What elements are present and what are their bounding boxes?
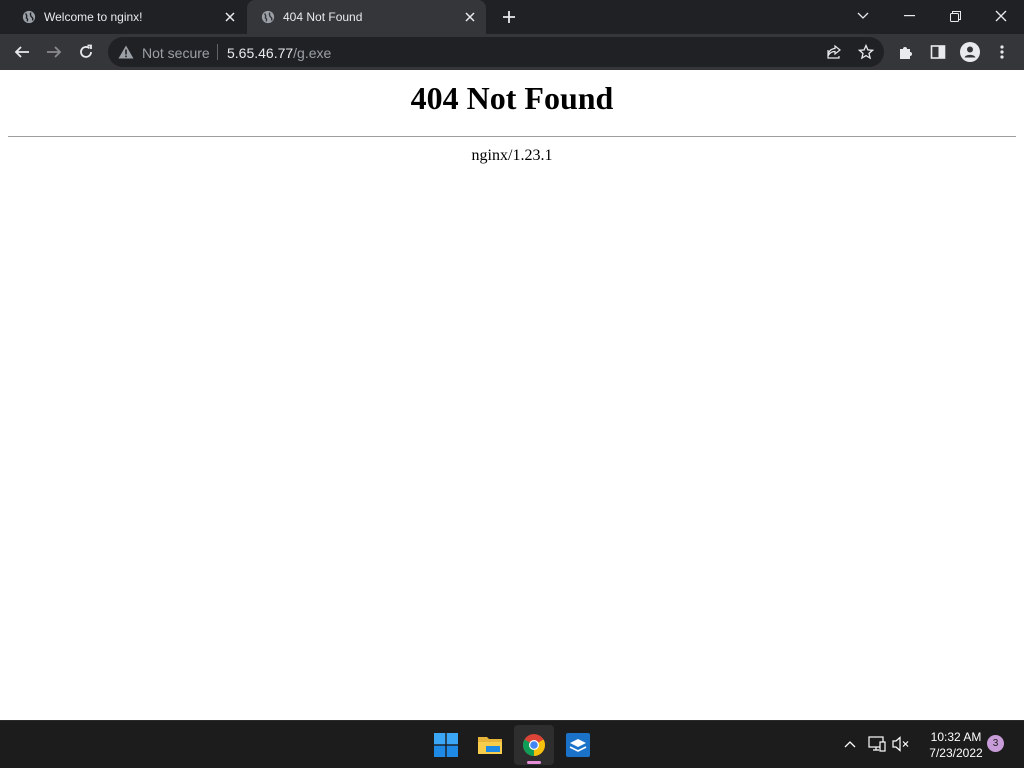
close-icon — [225, 12, 235, 22]
app-icon — [566, 733, 590, 757]
tab-404-not-found[interactable]: 404 Not Found — [247, 0, 486, 34]
notification-badge[interactable]: 3 — [987, 735, 1004, 752]
volume-button[interactable] — [890, 733, 912, 755]
page-content: 404 Not Found nginx/1.23.1 — [0, 70, 1024, 720]
globe-icon — [261, 10, 275, 24]
start-icon — [434, 733, 458, 757]
tab-strip: Welcome to nginx! 404 Not Found — [0, 0, 1024, 34]
forward-button[interactable] — [40, 38, 68, 66]
more-vertical-icon — [1000, 45, 1004, 59]
restore-button[interactable] — [932, 0, 978, 32]
clock-date: 7/23/2022 — [929, 746, 983, 760]
chevron-up-icon — [844, 741, 856, 748]
show-hidden-icons-button[interactable] — [839, 733, 861, 755]
file-explorer-button[interactable] — [470, 725, 510, 765]
close-tab-button[interactable] — [220, 7, 240, 27]
avatar-icon — [960, 42, 980, 62]
divider — [8, 136, 1016, 137]
address-bar[interactable]: Not secure 5.65.46.77/g.exe — [108, 37, 884, 67]
back-button[interactable] — [8, 38, 36, 66]
clock-time: 10:32 AM — [930, 730, 982, 744]
close-tab-button[interactable] — [460, 7, 480, 27]
browser-toolbar: Not secure 5.65.46.77/g.exe — [0, 34, 1024, 70]
security-label[interactable]: Not secure — [142, 45, 210, 61]
puzzle-icon — [900, 47, 912, 59]
minimize-button[interactable] — [886, 0, 932, 32]
chevron-down-icon — [857, 12, 869, 19]
running-indicator — [527, 761, 541, 764]
minimize-icon — [903, 15, 915, 17]
reload-button[interactable] — [72, 38, 100, 66]
divider — [217, 44, 218, 60]
network-button[interactable] — [866, 733, 888, 755]
arrow-right-icon — [47, 46, 62, 58]
globe-icon — [22, 10, 36, 24]
close-icon — [465, 12, 475, 22]
clock[interactable]: 10:32 AM 7/23/2022 — [916, 729, 996, 761]
network-icon — [868, 736, 886, 752]
file-explorer-icon — [478, 737, 502, 754]
chrome-taskbar-button[interactable] — [514, 725, 554, 765]
url-host: 5.65.46.77 — [227, 45, 294, 61]
start-button[interactable] — [426, 725, 466, 765]
profile-button[interactable] — [956, 38, 984, 66]
chrome-icon — [523, 734, 545, 756]
side-panel-button[interactable] — [924, 38, 952, 66]
url-path: /g.exe — [293, 45, 332, 61]
new-tab-button[interactable] — [498, 6, 520, 28]
app-taskbar-button[interactable] — [558, 725, 598, 765]
plus-icon — [503, 11, 515, 23]
server-signature: nginx/1.23.1 — [471, 147, 553, 164]
extensions-button[interactable] — [892, 38, 920, 66]
taskbar: 10:32 AM 7/23/2022 — [0, 720, 1024, 768]
volume-muted-icon — [892, 736, 909, 752]
url-text[interactable]: 5.65.46.77/g.exe — [227, 45, 331, 61]
bookmark-button[interactable] — [856, 42, 876, 62]
page-heading: 404 Not Found — [410, 80, 614, 116]
reload-icon — [80, 44, 92, 58]
restore-icon — [949, 10, 961, 22]
tab-title: Welcome to nginx! — [44, 10, 143, 24]
arrow-left-icon — [14, 46, 29, 58]
star-icon — [858, 44, 874, 60]
side-panel-icon — [930, 45, 946, 59]
share-icon — [827, 44, 841, 59]
menu-button[interactable] — [988, 38, 1016, 66]
share-button[interactable] — [824, 42, 844, 62]
tab-title: 404 Not Found — [283, 10, 363, 24]
warning-icon[interactable] — [118, 45, 134, 59]
tab-search-button[interactable] — [840, 0, 886, 32]
close-icon — [995, 10, 1007, 22]
close-window-button[interactable] — [978, 0, 1024, 32]
tab-welcome-to-nginx[interactable]: Welcome to nginx! — [8, 0, 246, 34]
